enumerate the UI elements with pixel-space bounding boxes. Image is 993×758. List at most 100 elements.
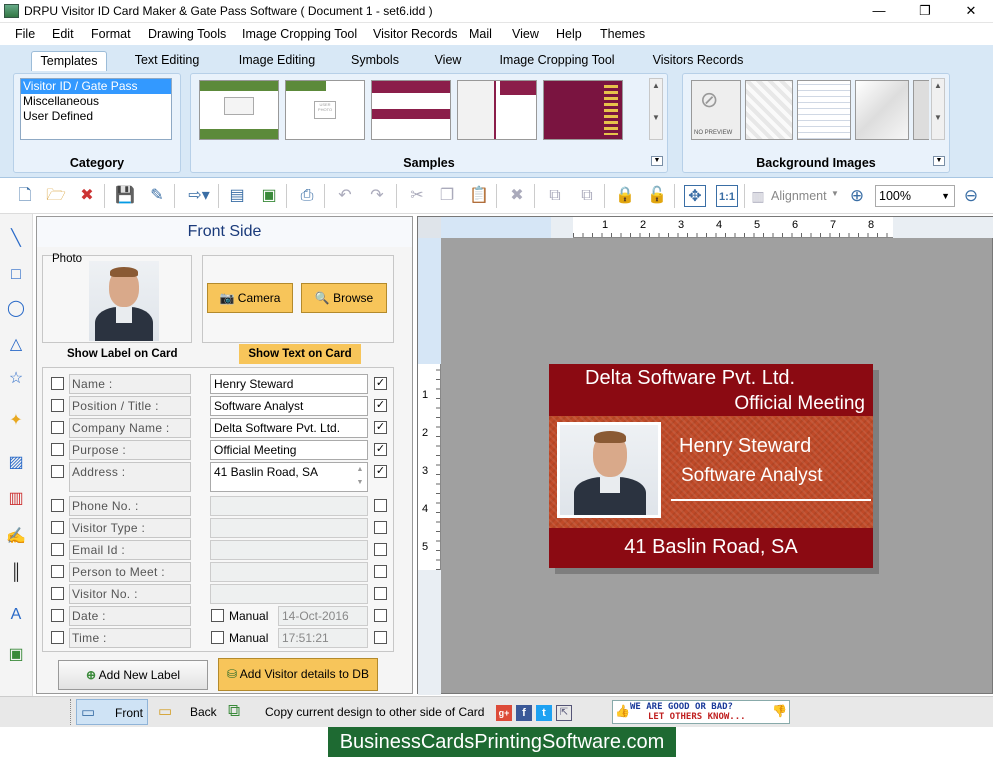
field-value-input[interactable]: Delta Software Pvt. Ltd. xyxy=(210,418,368,438)
text-tool-icon[interactable]: A xyxy=(5,604,27,626)
sample-thumbnail[interactable] xyxy=(543,80,623,140)
tab-view[interactable]: View xyxy=(428,51,468,71)
field-label[interactable]: Address : xyxy=(69,462,191,492)
field-label[interactable]: Time : xyxy=(69,628,191,648)
field-label[interactable]: Visitor Type : xyxy=(69,518,191,538)
show-label-checkbox[interactable] xyxy=(51,465,64,478)
menu-file[interactable]: File xyxy=(15,27,35,41)
background-thumbnail[interactable] xyxy=(745,80,793,140)
paste-icon[interactable]: 📋 xyxy=(468,185,490,207)
tab-templates[interactable]: Templates xyxy=(31,51,107,71)
field-value-input[interactable]: Henry Steward xyxy=(210,374,368,394)
card-address[interactable]: 41 Baslin Road, SA xyxy=(549,536,873,559)
show-label-checkbox[interactable] xyxy=(51,443,64,456)
show-text-checkbox[interactable] xyxy=(374,565,387,578)
undo-icon[interactable]: ↶ xyxy=(334,185,356,207)
show-label-checkbox[interactable] xyxy=(51,609,64,622)
show-text-checkbox[interactable] xyxy=(374,609,387,622)
field-value-input[interactable] xyxy=(210,584,368,604)
zoom-select[interactable]: 100% ▼ xyxy=(875,185,955,207)
field-value-input[interactable]: 41 Baslin Road, SA xyxy=(210,462,368,492)
close-document-icon[interactable]: ✖ xyxy=(76,185,98,207)
barcode-tool-icon[interactable]: ║ xyxy=(5,562,27,584)
show-text-checkbox[interactable]: ✓ xyxy=(374,399,387,412)
id-card[interactable]: Delta Software Pvt. Ltd. Official Meetin… xyxy=(549,364,873,568)
show-label-checkbox[interactable] xyxy=(51,421,64,434)
show-label-checkbox[interactable] xyxy=(51,499,64,512)
manual-checkbox[interactable] xyxy=(211,609,224,622)
zoom-in-icon[interactable]: ⊕ xyxy=(846,185,868,207)
show-label-checkbox[interactable] xyxy=(51,543,64,556)
save-as-icon[interactable]: ✎ xyxy=(146,185,168,207)
fit-to-window-icon[interactable]: ✥ xyxy=(684,185,706,207)
sample-thumbnail[interactable] xyxy=(457,80,537,140)
card-photo-frame[interactable] xyxy=(557,422,661,518)
show-label-checkbox[interactable] xyxy=(51,377,64,390)
save-icon[interactable]: 💾 xyxy=(114,185,136,207)
new-document-icon[interactable]: 🗋 xyxy=(14,185,36,207)
minimize-button[interactable]: — xyxy=(856,0,902,22)
tab-symbols[interactable]: Symbols xyxy=(345,51,405,71)
field-label[interactable]: Visitor No. : xyxy=(69,584,191,604)
menu-image-cropping-tool[interactable]: Image Cropping Tool xyxy=(242,27,357,41)
field-label[interactable]: Person to Meet : xyxy=(69,562,191,582)
show-text-checkbox[interactable]: ✓ xyxy=(374,421,387,434)
open-folder-icon[interactable]: 🗁 xyxy=(45,185,67,207)
card-title[interactable]: Software Analyst xyxy=(681,465,823,487)
show-text-checkbox[interactable]: ✓ xyxy=(374,465,387,478)
field-label[interactable]: Purpose : xyxy=(69,440,191,460)
alignment-dropdown[interactable]: Alignment xyxy=(771,189,827,203)
facebook-icon[interactable]: f xyxy=(516,705,532,721)
menu-drawing-tools[interactable]: Drawing Tools xyxy=(148,27,226,41)
google-plus-icon[interactable]: g+ xyxy=(496,705,512,721)
show-text-checkbox[interactable] xyxy=(374,499,387,512)
field-value-input[interactable] xyxy=(210,562,368,582)
library-tool-icon[interactable]: ▥ xyxy=(5,488,27,510)
field-label[interactable]: Date : xyxy=(69,606,191,626)
show-text-checkbox[interactable] xyxy=(374,631,387,644)
show-label-checkbox[interactable] xyxy=(51,565,64,578)
category-item[interactable]: Visitor ID / Gate Pass xyxy=(21,79,171,94)
menu-mail[interactable]: Mail xyxy=(469,27,492,41)
star-tool-icon[interactable]: ☆ xyxy=(5,368,27,390)
close-button[interactable]: ✕ xyxy=(948,0,993,22)
category-item[interactable]: Miscellaneous xyxy=(21,94,171,109)
show-text-checkbox[interactable] xyxy=(374,587,387,600)
unlock-icon[interactable]: 🔓 xyxy=(646,185,668,207)
tab-image-cropping-tool[interactable]: Image Cropping Tool xyxy=(494,51,620,71)
menu-edit[interactable]: Edit xyxy=(52,27,74,41)
watermark-tool-icon[interactable]: ▣ xyxy=(5,644,27,666)
show-label-checkbox[interactable] xyxy=(51,587,64,600)
feedback-banner[interactable]: 👍 WE ARE GOOD OR BAD? LET OTHERS KNOW...… xyxy=(612,700,790,724)
sample-thumbnail[interactable]: USER PHOTO xyxy=(285,80,365,140)
copy-icon[interactable]: ❐ xyxy=(436,185,458,207)
sample-thumbnail[interactable] xyxy=(371,80,451,140)
visitor-photo[interactable] xyxy=(89,261,159,341)
background-thumbnail[interactable] xyxy=(913,80,929,140)
background-thumbnail[interactable]: ⊘ NO PREVIEW xyxy=(691,80,741,140)
menu-themes[interactable]: Themes xyxy=(600,27,645,41)
show-text-checkbox[interactable] xyxy=(374,521,387,534)
triangle-tool-icon[interactable]: △ xyxy=(5,334,27,356)
field-value-input[interactable] xyxy=(210,518,368,538)
show-text-checkbox[interactable]: ✓ xyxy=(374,443,387,456)
show-text-checkbox[interactable]: ✓ xyxy=(374,377,387,390)
address-scroll-icon[interactable]: ▲ ▼ xyxy=(353,463,367,491)
add-visitor-to-db-button[interactable]: ⛁ Add Visitor details to DB xyxy=(218,658,378,691)
line-tool-icon[interactable]: ╲ xyxy=(5,228,27,250)
browse-button[interactable]: 🔍 Browse xyxy=(301,283,387,313)
delete-icon[interactable]: ✖ xyxy=(506,185,528,207)
background-scrollbar[interactable]: ▲ ▼ xyxy=(931,78,945,140)
category-list[interactable]: Visitor ID / Gate Pass Miscellaneous Use… xyxy=(20,78,172,140)
tab-text-editing[interactable]: Text Editing xyxy=(128,51,206,71)
front-side-button[interactable]: ▭ Front xyxy=(76,699,148,725)
field-value-input[interactable]: Software Analyst xyxy=(210,396,368,416)
zoom-out-icon[interactable]: ⊖ xyxy=(960,185,982,207)
field-label[interactable]: Email Id : xyxy=(69,540,191,560)
add-new-label-button[interactable]: ⊕ Add New Label xyxy=(58,660,208,690)
back-side-button[interactable]: ▭ Back xyxy=(156,699,220,725)
actual-size-icon[interactable]: 1:1 xyxy=(716,185,738,207)
signature-tool-icon[interactable]: ✍ xyxy=(5,526,27,548)
card-name[interactable]: Henry Steward xyxy=(679,435,811,458)
menu-visitor-records[interactable]: Visitor Records xyxy=(373,27,458,41)
